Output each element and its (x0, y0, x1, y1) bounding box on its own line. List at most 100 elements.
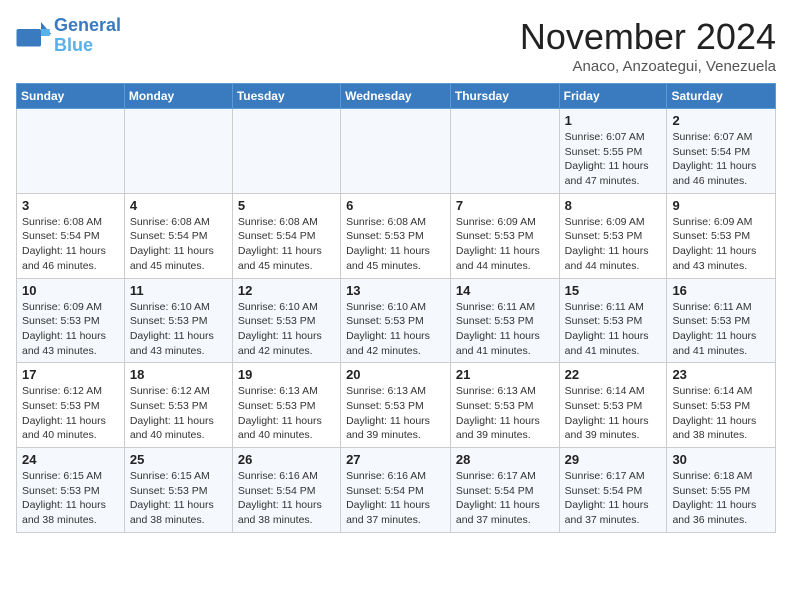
month-title: November 2024 (520, 16, 776, 58)
calendar-cell (124, 109, 232, 194)
day-number: 11 (130, 283, 227, 298)
calendar-cell (341, 109, 451, 194)
day-number: 5 (238, 198, 335, 213)
day-info: Sunrise: 6:09 AM Sunset: 5:53 PM Dayligh… (565, 215, 662, 274)
day-number: 19 (238, 367, 335, 382)
day-number: 2 (672, 113, 770, 128)
day-number: 30 (672, 452, 770, 467)
calendar-cell: 27 Sunrise: 6:16 AM Sunset: 5:54 PM Dayli… (341, 448, 451, 533)
calendar-week-row: 17 Sunrise: 6:12 AM Sunset: 5:53 PM Dayli… (17, 363, 776, 448)
day-info: Sunrise: 6:13 AM Sunset: 5:53 PM Dayligh… (238, 384, 335, 443)
day-number: 9 (672, 198, 770, 213)
day-info: Sunrise: 6:14 AM Sunset: 5:53 PM Dayligh… (565, 384, 662, 443)
day-number: 22 (565, 367, 662, 382)
calendar-cell: 3Sunrise: 6:08 AM Sunset: 5:54 PM Daylig… (17, 193, 125, 278)
calendar-cell: 21 Sunrise: 6:13 AM Sunset: 5:53 PM Dayli… (450, 363, 559, 448)
weekday-header-tuesday: Tuesday (232, 84, 340, 109)
calendar-cell: 17 Sunrise: 6:12 AM Sunset: 5:53 PM Dayli… (17, 363, 125, 448)
day-number: 23 (672, 367, 770, 382)
calendar-cell: 12Sunrise: 6:10 AM Sunset: 5:53 PM Dayli… (232, 278, 340, 363)
day-info: Sunrise: 6:13 AM Sunset: 5:53 PM Dayligh… (346, 384, 445, 443)
day-info: Sunrise: 6:11 AM Sunset: 5:53 PM Dayligh… (456, 300, 554, 359)
weekday-header-monday: Monday (124, 84, 232, 109)
logo-text: General Blue (54, 16, 121, 56)
day-info: Sunrise: 6:18 AM Sunset: 5:55 PM Dayligh… (672, 469, 770, 528)
calendar-cell (17, 109, 125, 194)
day-info: Sunrise: 6:11 AM Sunset: 5:53 PM Dayligh… (672, 300, 770, 359)
day-number: 26 (238, 452, 335, 467)
day-number: 14 (456, 283, 554, 298)
day-number: 7 (456, 198, 554, 213)
weekday-header-saturday: Saturday (667, 84, 776, 109)
calendar-cell: 4Sunrise: 6:08 AM Sunset: 5:54 PM Daylig… (124, 193, 232, 278)
calendar-cell: 18 Sunrise: 6:12 AM Sunset: 5:53 PM Dayli… (124, 363, 232, 448)
calendar-week-row: 10 Sunrise: 6:09 AM Sunset: 5:53 PM Dayli… (17, 278, 776, 363)
day-info: Sunrise: 6:09 AM Sunset: 5:53 PM Dayligh… (22, 300, 119, 359)
calendar-cell: 22 Sunrise: 6:14 AM Sunset: 5:53 PM Dayli… (559, 363, 667, 448)
day-number: 20 (346, 367, 445, 382)
day-info: Sunrise: 6:11 AM Sunset: 5:53 PM Dayligh… (565, 300, 662, 359)
calendar-cell: 16 Sunrise: 6:11 AM Sunset: 5:53 PM Dayli… (667, 278, 776, 363)
day-number: 15 (565, 283, 662, 298)
calendar-cell: 1 Sunrise: 6:07 AM Sunset: 5:55 PM Daylig… (559, 109, 667, 194)
weekday-header-row: SundayMondayTuesdayWednesdayThursdayFrid… (17, 84, 776, 109)
calendar-cell: 23Sunrise: 6:14 AM Sunset: 5:53 PM Dayli… (667, 363, 776, 448)
day-number: 28 (456, 452, 554, 467)
title-block: November 2024 Anaco, Anzoategui, Venezue… (520, 16, 776, 75)
logo-icon (16, 22, 52, 50)
calendar-week-row: 24Sunrise: 6:15 AM Sunset: 5:53 PM Dayli… (17, 448, 776, 533)
day-info: Sunrise: 6:09 AM Sunset: 5:53 PM Dayligh… (672, 215, 770, 274)
day-number: 18 (130, 367, 227, 382)
calendar-cell: 2Sunrise: 6:07 AM Sunset: 5:54 PM Daylig… (667, 109, 776, 194)
calendar-table: SundayMondayTuesdayWednesdayThursdayFrid… (16, 83, 776, 533)
calendar-cell: 19 Sunrise: 6:13 AM Sunset: 5:53 PM Dayli… (232, 363, 340, 448)
weekday-header-thursday: Thursday (450, 84, 559, 109)
day-number: 4 (130, 198, 227, 213)
day-info: Sunrise: 6:09 AM Sunset: 5:53 PM Dayligh… (456, 215, 554, 274)
day-info: Sunrise: 6:12 AM Sunset: 5:53 PM Dayligh… (130, 384, 227, 443)
day-number: 21 (456, 367, 554, 382)
day-info: Sunrise: 6:13 AM Sunset: 5:53 PM Dayligh… (456, 384, 554, 443)
calendar-cell: 25 Sunrise: 6:15 AM Sunset: 5:53 PM Dayli… (124, 448, 232, 533)
day-info: Sunrise: 6:07 AM Sunset: 5:55 PM Dayligh… (565, 130, 662, 189)
day-info: Sunrise: 6:16 AM Sunset: 5:54 PM Dayligh… (238, 469, 335, 528)
day-info: Sunrise: 6:17 AM Sunset: 5:54 PM Dayligh… (456, 469, 554, 528)
day-info: Sunrise: 6:12 AM Sunset: 5:53 PM Dayligh… (22, 384, 119, 443)
day-number: 8 (565, 198, 662, 213)
day-number: 1 (565, 113, 662, 128)
calendar-cell (450, 109, 559, 194)
day-number: 6 (346, 198, 445, 213)
calendar-cell: 7 Sunrise: 6:09 AM Sunset: 5:53 PM Daylig… (450, 193, 559, 278)
day-info: Sunrise: 6:10 AM Sunset: 5:53 PM Dayligh… (346, 300, 445, 359)
day-info: Sunrise: 6:08 AM Sunset: 5:54 PM Dayligh… (238, 215, 335, 274)
calendar-cell: 6Sunrise: 6:08 AM Sunset: 5:53 PM Daylig… (341, 193, 451, 278)
logo: General Blue (16, 16, 121, 56)
day-number: 13 (346, 283, 445, 298)
day-number: 29 (565, 452, 662, 467)
day-number: 25 (130, 452, 227, 467)
calendar-cell: 29Sunrise: 6:17 AM Sunset: 5:54 PM Dayli… (559, 448, 667, 533)
calendar-cell: 15 Sunrise: 6:11 AM Sunset: 5:53 PM Dayli… (559, 278, 667, 363)
weekday-header-sunday: Sunday (17, 84, 125, 109)
day-info: Sunrise: 6:16 AM Sunset: 5:54 PM Dayligh… (346, 469, 445, 528)
day-info: Sunrise: 6:15 AM Sunset: 5:53 PM Dayligh… (130, 469, 227, 528)
calendar-cell: 13 Sunrise: 6:10 AM Sunset: 5:53 PM Dayli… (341, 278, 451, 363)
day-number: 10 (22, 283, 119, 298)
calendar-cell: 30 Sunrise: 6:18 AM Sunset: 5:55 PM Dayli… (667, 448, 776, 533)
calendar-cell: 9 Sunrise: 6:09 AM Sunset: 5:53 PM Daylig… (667, 193, 776, 278)
day-number: 16 (672, 283, 770, 298)
calendar-cell: 10 Sunrise: 6:09 AM Sunset: 5:53 PM Dayli… (17, 278, 125, 363)
weekday-header-wednesday: Wednesday (341, 84, 451, 109)
calendar-cell: 11Sunrise: 6:10 AM Sunset: 5:53 PM Dayli… (124, 278, 232, 363)
day-number: 27 (346, 452, 445, 467)
calendar-week-row: 3Sunrise: 6:08 AM Sunset: 5:54 PM Daylig… (17, 193, 776, 278)
page-header: General Blue November 2024 Anaco, Anzoat… (16, 16, 776, 75)
calendar-cell: 14 Sunrise: 6:11 AM Sunset: 5:53 PM Dayli… (450, 278, 559, 363)
calendar-cell: 5 Sunrise: 6:08 AM Sunset: 5:54 PM Daylig… (232, 193, 340, 278)
day-number: 17 (22, 367, 119, 382)
day-info: Sunrise: 6:10 AM Sunset: 5:53 PM Dayligh… (238, 300, 335, 359)
calendar-cell: 20 Sunrise: 6:13 AM Sunset: 5:53 PM Dayli… (341, 363, 451, 448)
weekday-header-friday: Friday (559, 84, 667, 109)
calendar-cell: 8 Sunrise: 6:09 AM Sunset: 5:53 PM Daylig… (559, 193, 667, 278)
calendar-cell: 26 Sunrise: 6:16 AM Sunset: 5:54 PM Dayli… (232, 448, 340, 533)
